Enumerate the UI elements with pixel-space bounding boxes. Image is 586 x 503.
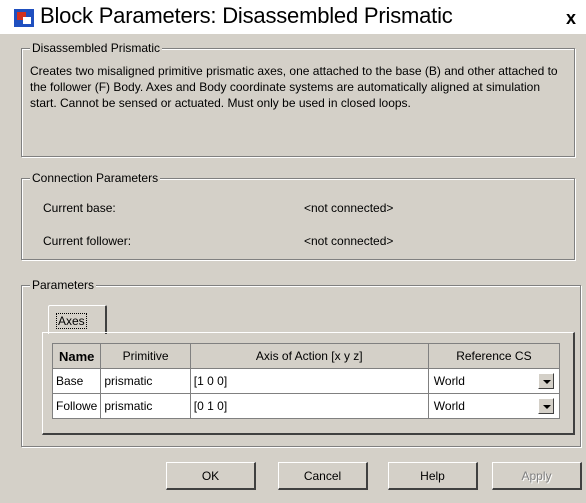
- connection-legend: Connection Parameters: [30, 171, 161, 185]
- window-title: Block Parameters: Disassembled Prismatic: [40, 3, 453, 28]
- current-base-value: <not connected>: [304, 201, 394, 215]
- apply-button[interactable]: Apply: [492, 462, 582, 490]
- simulink-block-icon: [14, 9, 34, 27]
- block-description: Creates two misaligned primitive prismat…: [30, 64, 558, 110]
- cancel-button[interactable]: Cancel: [278, 462, 368, 490]
- reference-cs-value: World: [433, 374, 465, 388]
- cell-name: Followe: [51, 393, 102, 419]
- reference-cs-value: World: [433, 399, 465, 413]
- axis-of-action-field[interactable]: [0 1 0]: [189, 393, 429, 419]
- dropdown-arrow-icon[interactable]: [538, 398, 554, 414]
- title-bar: Block Parameters: Disassembled Prismatic…: [0, 0, 586, 34]
- ok-button[interactable]: OK: [166, 462, 256, 490]
- current-base-label: Current base:: [43, 201, 116, 215]
- cell-name: Base: [51, 368, 102, 394]
- help-button[interactable]: Help: [388, 462, 478, 490]
- current-follower-label: Current follower:: [43, 234, 132, 248]
- cell-primitive: prismatic: [100, 368, 191, 394]
- reference-cs-select[interactable]: World: [427, 368, 561, 394]
- header-reference-cs: Reference CS: [427, 343, 561, 369]
- cell-primitive: prismatic: [100, 393, 191, 419]
- description-group: Disassembled Prismatic Creates two misal…: [21, 41, 575, 157]
- table-row: Followe prismatic [0 1 0] World: [51, 393, 561, 419]
- table-header-row: Name Primitive Axis of Action [x y z] Re…: [51, 343, 561, 369]
- table-row: Base prismatic [1 0 0] World: [51, 368, 561, 394]
- header-primitive: Primitive: [100, 343, 191, 369]
- parameters-legend: Parameters: [30, 278, 97, 292]
- tab-axes[interactable]: Axes: [48, 305, 107, 334]
- reference-cs-select[interactable]: World: [427, 393, 561, 419]
- description-legend: Disassembled Prismatic: [30, 41, 163, 55]
- connection-parameters-group: Connection Parameters Current base: <not…: [21, 171, 575, 260]
- axes-table: Name Primitive Axis of Action [x y z] Re…: [51, 343, 561, 419]
- dropdown-arrow-icon[interactable]: [538, 373, 554, 389]
- header-axis-of-action: Axis of Action [x y z]: [189, 343, 429, 369]
- close-icon[interactable]: x: [566, 8, 576, 29]
- current-follower-value: <not connected>: [304, 234, 394, 248]
- axis-of-action-field[interactable]: [1 0 0]: [189, 368, 429, 394]
- header-name: Name: [51, 343, 102, 369]
- tab-axes-label: Axes: [56, 313, 87, 329]
